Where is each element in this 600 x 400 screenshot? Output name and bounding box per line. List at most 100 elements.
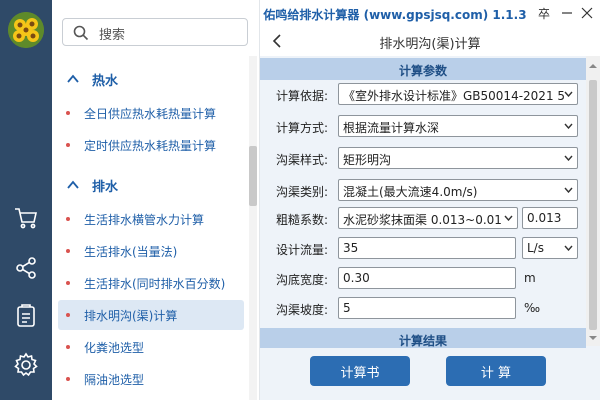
menu-item-label: 生活排水(同时排水百分数) [84,277,226,291]
params-section-header: 计算参数 [260,58,586,80]
basis-select[interactable]: 《室外排水设计标准》GB50014-2021 5 [338,83,578,105]
pin-button[interactable]: 卒 [538,5,550,22]
page-header: 排水明沟(渠)计算 [260,28,600,54]
close-icon[interactable] [578,4,596,22]
width-input[interactable]: 0.30 [338,267,516,289]
clipboard-icon[interactable] [13,303,39,329]
row-method: 计算方式: 根据流量计算水深 [260,112,586,140]
scroll-up-icon[interactable] [589,62,597,70]
menu-item-label: 排水明沟(渠)计算 [84,309,178,323]
chevron-down-icon [564,245,573,251]
menu-item-drain-equivalent[interactable]: 生活排水(当量法) [58,236,244,266]
sunflower-logo-icon[interactable] [8,12,44,48]
roughness-select[interactable]: 水泥砂浆抹面渠 0.013~0.01 [338,207,518,229]
calculate-button[interactable]: 计 算 [446,356,546,386]
method-value: 根据流量计算水深 [343,121,440,135]
bullet-dot [66,345,70,349]
row-flow: 设计流量: 35 L/s [260,234,586,262]
page-title: 排水明沟(渠)计算 [379,37,481,52]
style-value: 矩形明沟 [343,153,392,167]
bullet-dot [66,281,70,285]
cart-icon[interactable] [13,205,39,231]
results-section-header: 计算结果 [260,328,586,350]
content-scrollbar[interactable] [586,56,600,346]
chevron-up-icon [67,180,79,189]
settings-icon[interactable] [13,352,39,378]
menu-item-drain-percentage[interactable]: 生活排水(同时排水百分数) [58,268,244,298]
menu-item-septic-tank[interactable]: 化粪池选型 [58,332,244,362]
content-scrollbar-thumb[interactable] [589,80,597,330]
flow-unit: L/s [527,241,544,255]
row-width: 沟底宽度: 0.30 m [260,264,586,292]
bullet-dot [66,217,70,221]
search-placeholder: 搜索 [99,28,126,43]
search-icon [73,25,89,41]
row-basis: 计算依据: 《室外排水设计标准》GB50014-2021 5 [260,80,586,108]
row-style: 沟渠样式: 矩形明沟 [260,144,586,172]
flow-value: 35 [343,241,359,255]
menu-item-hot-water-all-day[interactable]: 全日供应热水耗热量计算 [58,98,244,128]
style-select[interactable]: 矩形明沟 [338,147,578,169]
chevron-down-icon [564,91,573,97]
basis-value: 《室外排水设计标准》GB50014-2021 5 [343,89,566,103]
type-value: 混凝土(最大流速4.0m/s) [343,185,478,199]
category-label: 热水 [92,74,119,89]
minimize-icon[interactable] [558,4,576,22]
roughness-number: 0.013 [527,211,562,225]
chevron-up-icon [67,74,79,83]
bullet-dot [66,377,70,381]
menu-scrollbar-thumb[interactable] [249,146,257,206]
type-label: 沟渠类别: [276,185,329,199]
slope-input[interactable]: 5 [338,297,516,319]
flow-label: 设计流量: [276,243,329,257]
roughness-value: 水泥砂浆抹面渠 0.013~0.01 [343,213,502,227]
menu-item-open-channel[interactable]: 排水明沟(渠)计算 [58,300,244,330]
menu-item-grease-trap[interactable]: 隔油池选型 [58,364,244,394]
category-label: 排水 [92,180,119,195]
calculation-panel: 计算参数 计算依据: 《室外排水设计标准》GB50014-2021 5 计算方式… [260,56,600,400]
bullet-dot [66,111,70,115]
menu-item-drain-horizontal-pipe[interactable]: 生活排水横管水力计算 [58,204,244,234]
menu-item-label: 全日供应热水耗热量计算 [84,107,217,121]
width-label: 沟底宽度: [276,273,329,287]
row-type: 沟渠类别: 混凝土(最大流速4.0m/s) [260,176,586,204]
chevron-down-icon [564,155,573,161]
slope-unit: ‰ [524,301,541,315]
category-drainage[interactable]: 排水 [52,170,248,200]
menu-item-label: 生活排水横管水力计算 [84,213,205,227]
sidebar-rail [0,0,52,400]
row-slope: 沟渠坡度: 5 ‰ [260,294,586,322]
menu-item-label: 定时供应热水耗热量计算 [84,139,217,153]
bullet-dot [66,249,70,253]
menu-item-hot-water-timed[interactable]: 定时供应热水耗热量计算 [58,130,244,160]
menu-scrollbar[interactable] [249,56,257,400]
bullet-dot [66,143,70,147]
slope-value: 5 [343,301,351,315]
menu-item-label: 化粪池选型 [84,341,145,355]
category-hot-water[interactable]: 热水 [52,64,248,94]
chevron-down-icon [564,187,573,193]
width-value: 0.30 [343,271,370,285]
navigation-menu: 搜索 热水 全日供应热水耗热量计算 定时供应热水耗热量计算 排水 生活排水横管水… [52,0,260,400]
share-icon[interactable] [13,255,39,281]
scroll-down-icon[interactable] [589,334,597,342]
roughness-label: 粗糙系数: [276,213,329,227]
search-input[interactable]: 搜索 [62,18,248,46]
flow-input[interactable]: 35 [338,237,516,259]
width-unit: m [524,271,536,285]
menu-item-label: 生活排水(当量法) [84,245,178,259]
chevron-down-icon [504,215,513,221]
report-button[interactable]: 计算书 [310,356,410,386]
window-title: 佑鸣给排水计算器 (www.gpsjsq.com) 1.1.3 [263,8,527,22]
row-roughness: 粗糙系数: 水泥砂浆抹面渠 0.013~0.01 0.013 [260,204,586,232]
method-select[interactable]: 根据流量计算水深 [338,115,578,137]
type-select[interactable]: 混凝土(最大流速4.0m/s) [338,179,578,201]
basis-label: 计算依据: [276,89,329,103]
flow-unit-select[interactable]: L/s [522,237,578,259]
method-label: 计算方式: [276,121,329,135]
style-label: 沟渠样式: [276,153,329,167]
chevron-down-icon [564,123,573,129]
roughness-input[interactable]: 0.013 [522,207,578,229]
slope-label: 沟渠坡度: [276,303,329,317]
title-bar: 佑鸣给排水计算器 (www.gpsjsq.com) 1.1.3 卒 [260,0,600,28]
